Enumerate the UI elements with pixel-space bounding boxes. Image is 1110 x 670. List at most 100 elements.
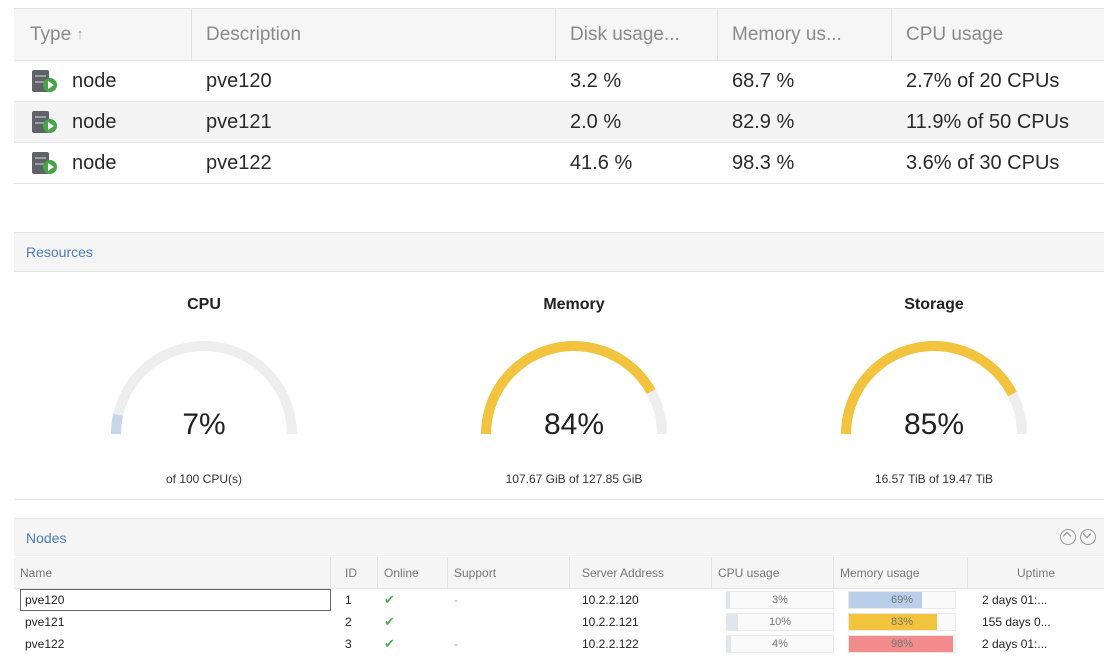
row-cpu-usage: 2.7% of 20 CPUs: [906, 69, 1060, 92]
column-header-cpu-usage[interactable]: CPU usage: [712, 557, 834, 588]
memory-usage-bar: 98%: [848, 635, 956, 653]
column-header-cpu-usage[interactable]: CPU usage: [892, 9, 1104, 60]
column-header-name[interactable]: Name: [14, 557, 331, 588]
nodes-table-header: Name ID Online Support Server Address CP…: [14, 557, 1104, 589]
column-header-server-address[interactable]: Server Address: [570, 557, 712, 588]
node-name[interactable]: pve122: [20, 633, 331, 655]
table-row[interactable]: pve122 3 ✔ - 10.2.2.122 4% 98% 2 days 01…: [14, 633, 1104, 655]
column-header-disk-usage[interactable]: Disk usage...: [556, 9, 718, 60]
gauge-value: 84%: [543, 408, 605, 441]
memory-cell: 69%: [834, 591, 968, 609]
table-row[interactable]: node pve121 2.0 % 82.9 % 11.9% of 50 CPU…: [14, 102, 1104, 143]
node-server-address: 10.2.2.120: [582, 593, 639, 607]
column-header-memory-usage[interactable]: Memory usage: [834, 557, 968, 588]
cpu-usage-text: 3%: [772, 594, 788, 606]
table-row[interactable]: pve120 1 ✔ - 10.2.2.120 3% 69% 2 days 01…: [14, 589, 1104, 611]
node-support: -: [454, 593, 458, 607]
nodes-panel-header: Nodes: [14, 518, 1104, 556]
column-header-uptime[interactable]: Uptime: [968, 557, 1104, 588]
cpu-gauge: CPU 7% of 100 CPU(s): [54, 272, 354, 500]
memory-usage-text: 69%: [890, 594, 914, 606]
node-running-icon: [30, 69, 58, 93]
row-description: pve120: [206, 69, 272, 92]
memory-gauge: Memory 84% 107.67 GiB of 127.85 GiB: [424, 272, 724, 500]
row-cpu-usage: 3.6% of 30 CPUs: [906, 151, 1060, 174]
gauge-value: 85%: [903, 408, 965, 441]
nodes-panel-title: Nodes: [26, 529, 67, 546]
gauge-subtext: 107.67 GiB of 127.85 GiB: [505, 472, 643, 486]
table-row[interactable]: node pve122 41.6 % 98.3 % 3.6% of 30 CPU…: [14, 143, 1104, 184]
row-disk-usage: 2.0 %: [570, 110, 622, 133]
column-header-id[interactable]: ID: [331, 557, 378, 588]
memory-usage-bar: 83%: [848, 613, 956, 631]
online-check-icon: ✔: [384, 614, 395, 629]
memory-usage-bar: 69%: [848, 591, 956, 609]
node-name[interactable]: pve121: [20, 611, 331, 633]
cpu-cell: 4%: [712, 635, 834, 653]
node-uptime: 155 days 0...: [982, 615, 1051, 629]
resource-grid-header: Type ↑ Description Disk usage... Memory …: [14, 9, 1104, 61]
table-row[interactable]: pve121 2 ✔ 10.2.2.121 10% 83% 155 days 0…: [14, 611, 1104, 633]
row-cpu-usage: 11.9% of 50 CPUs: [906, 110, 1070, 133]
node-running-icon: [30, 110, 58, 134]
column-label-description: Description: [206, 23, 302, 45]
column-header-online[interactable]: Online: [378, 557, 448, 588]
gauge-subtext: of 100 CPU(s): [165, 472, 243, 486]
column-header-description[interactable]: Description: [192, 9, 556, 60]
row-description: pve122: [206, 151, 272, 174]
cpu-usage-text: 4%: [772, 638, 788, 650]
node-uptime: 2 days 01:...: [982, 637, 1048, 651]
memory-cell: 83%: [834, 613, 968, 631]
node-name[interactable]: pve120: [20, 589, 331, 611]
node-support: -: [454, 637, 458, 651]
cpu-cell: 3%: [712, 591, 834, 609]
node-running-icon: [30, 151, 58, 175]
gauge-title: Memory: [543, 296, 605, 313]
row-memory-usage: 68.7 %: [732, 69, 795, 92]
storage-gauge: Storage 85% 16.57 TiB of 19.47 TiB: [784, 272, 1084, 500]
column-label-type: Type: [30, 23, 72, 45]
column-label-memory-usage: Memory us...: [732, 23, 842, 45]
row-type: node: [72, 151, 117, 174]
row-disk-usage: 41.6 %: [570, 151, 633, 174]
cpu-usage-bar: 10%: [726, 613, 834, 631]
resource-grid: Type ↑ Description Disk usage... Memory …: [14, 8, 1104, 184]
node-id: 1: [345, 593, 352, 607]
column-label-cpu-usage: CPU usage: [906, 23, 1004, 45]
resources-gauges: CPU 7% of 100 CPU(s) Memory 84% 107.67 G…: [14, 272, 1104, 500]
name-cell: pve120: [14, 589, 331, 611]
node-server-address: 10.2.2.122: [582, 637, 639, 651]
gauge-title: Storage: [904, 296, 964, 313]
online-cell: ✔: [378, 592, 448, 608]
memory-usage-text: 83%: [890, 616, 914, 628]
online-cell: ✔: [378, 614, 448, 630]
memory-usage-text: 98%: [890, 638, 914, 650]
node-id: 3: [345, 637, 352, 651]
cpu-usage-bar: 4%: [726, 635, 834, 653]
online-cell: ✔: [378, 636, 448, 652]
row-memory-usage: 98.3 %: [732, 151, 795, 174]
sort-ascending-icon: ↑: [76, 26, 84, 43]
online-check-icon: ✔: [384, 592, 395, 607]
table-row[interactable]: node pve120 3.2 % 68.7 % 2.7% of 20 CPUs: [14, 61, 1104, 102]
collapse-down-icon[interactable]: [1080, 529, 1096, 545]
column-header-memory-usage[interactable]: Memory us...: [718, 9, 892, 60]
name-cell: pve121: [14, 611, 331, 633]
collapse-up-icon[interactable]: [1060, 529, 1076, 545]
cpu-usage-bar: 3%: [726, 591, 834, 609]
online-check-icon: ✔: [384, 636, 395, 651]
row-description: pve121: [206, 110, 272, 133]
gauge-value: 7%: [182, 408, 226, 441]
memory-cell: 98%: [834, 635, 968, 653]
cpu-cell: 10%: [712, 613, 834, 631]
row-disk-usage: 3.2 %: [570, 69, 622, 92]
column-header-type[interactable]: Type ↑: [14, 9, 192, 60]
nodes-table: Name ID Online Support Server Address CP…: [14, 557, 1104, 655]
cpu-usage-text: 10%: [768, 616, 792, 628]
type-cell: node: [14, 69, 192, 93]
node-id: 2: [345, 615, 352, 629]
resources-panel-header: Resources: [14, 232, 1104, 272]
column-header-support[interactable]: Support: [448, 557, 570, 588]
resources-panel-title: Resources: [26, 244, 93, 260]
node-uptime: 2 days 01:...: [982, 593, 1048, 607]
